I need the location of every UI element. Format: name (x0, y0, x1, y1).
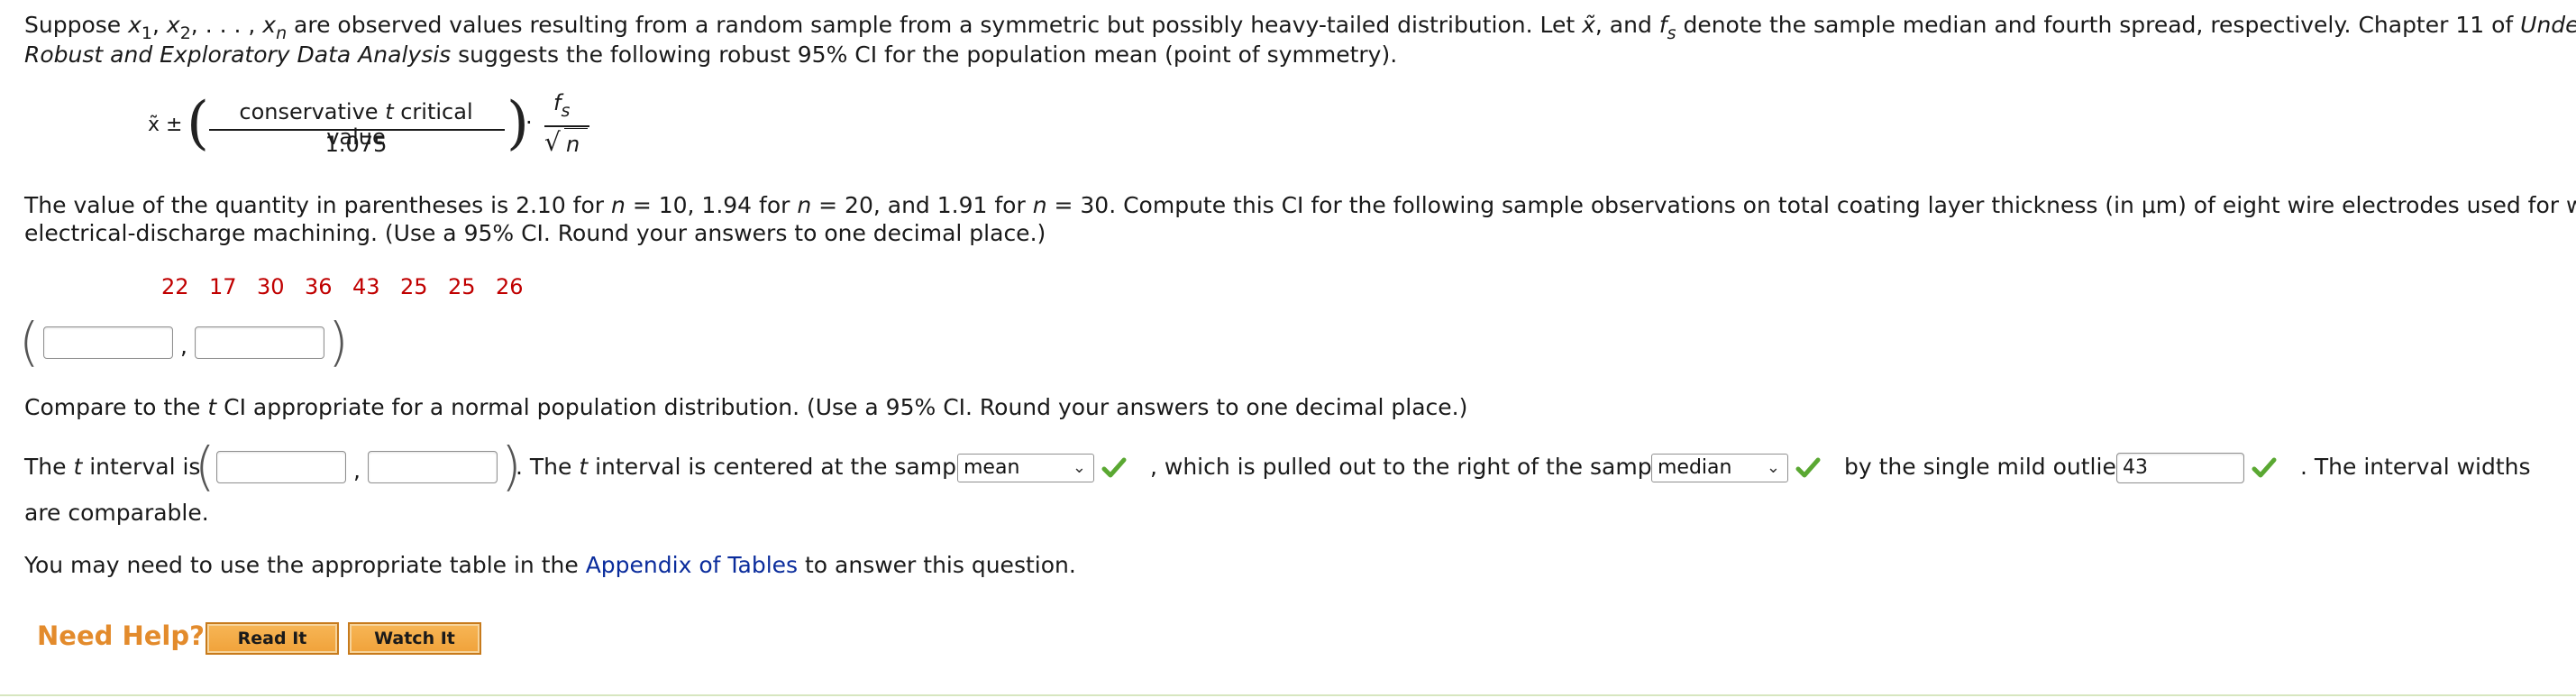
intro-text: suggests the following robust 95% CI for… (451, 41, 1398, 68)
intro-text: denote the sample median and fourth spre… (1676, 12, 2521, 38)
chevron-down-icon: ⌄ (1072, 458, 1086, 477)
formula-fraction-bar (209, 129, 505, 131)
t-widths-line-2: are comparable. (24, 500, 209, 526)
formula-fs: fs (553, 90, 570, 120)
t-interval-label: The t interval is (24, 453, 200, 482)
appendix-line: You may need to use the appropriate tabl… (24, 551, 1076, 580)
sub-s: s (1667, 23, 1676, 43)
ellipsis: , . . . , (190, 12, 263, 38)
pulled-statistic-value: median (1658, 456, 1732, 479)
checkmark-icon (1795, 457, 1821, 478)
formula-median-pm: x̃ ± (148, 114, 183, 136)
var-n: n (1032, 192, 1047, 218)
var-t: t (207, 394, 217, 420)
ci-right-paren: ) (328, 311, 349, 372)
intro-text: Suppose (24, 12, 129, 38)
t-widths-text: . The interval widths (2300, 454, 2531, 480)
formula-dot: · (525, 110, 533, 135)
formula-denominator: 1.075 (324, 132, 388, 157)
var-f: f (1658, 12, 1667, 38)
checkmark-icon (1101, 457, 1127, 478)
var-n: n (611, 192, 626, 218)
formula-t: t (385, 99, 394, 124)
intro-text: are observed values resulting from a ran… (287, 12, 1583, 38)
var-x: x (166, 12, 180, 38)
data-value: 36 (305, 274, 333, 299)
compare-text: Compare to the (24, 394, 208, 420)
data-value: 30 (257, 274, 285, 299)
t-centered-text: . The t interval is centered at the samp… (516, 453, 976, 482)
t-text: . The (516, 454, 580, 480)
t-outlier-text: by the single mild outlier (1844, 454, 2126, 480)
ci-separator: , (180, 333, 187, 359)
t-ci-lower-input[interactable] (216, 451, 346, 483)
sqrt-bar (564, 128, 588, 129)
robust-ci-upper-input[interactable] (195, 326, 324, 359)
var-x: x (262, 12, 277, 38)
var-x: x (128, 12, 142, 38)
t-separator: , (353, 457, 361, 483)
sub-s: s (561, 101, 571, 121)
sqrt-symbol: √ (544, 127, 561, 157)
read-it-button[interactable]: Read It (206, 622, 339, 655)
center-statistic-select[interactable]: mean ⌄ (957, 454, 1094, 482)
book-title: Robust and Exploratory Data Analysis (24, 41, 452, 68)
t-left-paren: ( (195, 436, 215, 497)
outlier-input[interactable]: 43 (2116, 453, 2244, 483)
watch-it-button[interactable]: Watch It (348, 622, 481, 655)
intro-text: , and (1594, 12, 1659, 38)
var-n: n (797, 192, 812, 218)
intro-line-1: Suppose x1, x2, . . . , xn are observed … (24, 11, 2576, 43)
instructions-text: The value of the quantity in parentheses… (24, 192, 612, 218)
center-statistic-value: mean (964, 456, 1020, 479)
instructions-text: = 20, and 1.91 for (811, 192, 1033, 218)
pulled-statistic-select[interactable]: median ⌄ (1651, 454, 1788, 482)
instructions-line-2: electrical-discharge machining. (Use a 9… (24, 220, 1046, 246)
data-value: 43 (352, 274, 380, 299)
t-pulled-text: , which is pulled out to the right of th… (1150, 454, 1672, 480)
ci-left-paren: ( (19, 311, 40, 372)
outlier-input-value: 43 (2123, 456, 2148, 479)
var-t: t (73, 454, 83, 480)
t-text: interval is (82, 454, 201, 480)
chevron-down-icon: ⌄ (1766, 458, 1780, 477)
bottom-divider (0, 694, 2576, 696)
robust-ci-lower-input[interactable] (43, 326, 173, 359)
data-value: 25 (448, 274, 476, 299)
appendix-text: You may need to use the appropriate tabl… (24, 552, 586, 578)
t-text: The (24, 454, 74, 480)
data-value: 25 (400, 274, 428, 299)
formula-text: conservative (239, 99, 386, 124)
data-value: 17 (209, 274, 237, 299)
var-t: t (579, 454, 589, 480)
comma: , (152, 12, 167, 38)
compare-line: Compare to the t CI appropriate for a no… (24, 393, 1467, 422)
t-text: interval is centered at the sample (588, 454, 977, 480)
data-value: 26 (496, 274, 524, 299)
formula-n: n (566, 132, 580, 157)
appendix-text: to answer this question. (798, 552, 1076, 578)
checkmark-icon (2252, 457, 2277, 478)
appendix-link[interactable]: Appendix of Tables (586, 552, 798, 578)
instructions-text: = 10, 1.94 for (625, 192, 798, 218)
compare-text: CI appropriate for a normal population d… (216, 394, 1468, 420)
intro-line-2: Robust and Exploratory Data Analysis sug… (24, 41, 1397, 69)
data-value: 22 (161, 274, 189, 299)
median-symbol: x̃ (1582, 12, 1595, 38)
need-help-label: Need Help? (37, 620, 205, 651)
instructions-text: = 30. Compute this CI for the following … (1046, 192, 2576, 218)
book-title: Understanding (2520, 12, 2576, 38)
t-ci-upper-input[interactable] (368, 451, 498, 483)
instructions-line-1: The value of the quantity in parentheses… (24, 191, 2576, 220)
formula-left-paren: ( (187, 90, 209, 157)
